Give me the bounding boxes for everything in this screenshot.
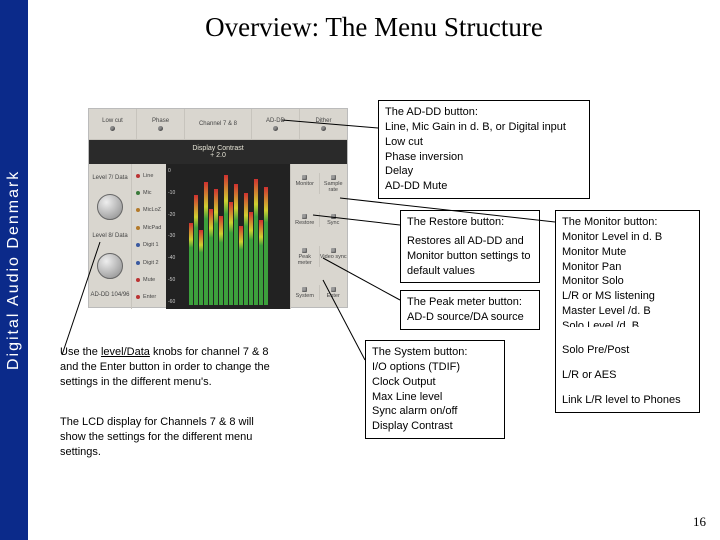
led-column: LineMicMicLoZMicPadDigit 1Digit 2MuteEnt… (132, 164, 166, 309)
knob-level-7 (97, 194, 123, 220)
page-title: Overview: The Menu Structure (28, 12, 720, 43)
button-column: MonitorSample rateRestoreSyncPeak meterV… (290, 164, 347, 309)
callout-monitor-bottom: Solo Pre/PostL/R or AESLink L/R level to… (555, 327, 700, 413)
page-number: 16 (693, 514, 706, 530)
callout-system: The System button: I/O options (TDIF)Clo… (365, 340, 505, 439)
meter-column: 0-10-20-30-40-50-60 (166, 164, 290, 309)
brand-sidebar: Digital Audio Denmark (0, 0, 28, 540)
hardware-panel-image: Low cut Phase Channel 7 & 8 AD-DD Dither… (88, 108, 348, 308)
callout-addd: The AD-DD button: Line, Mic Gain in d. B… (378, 100, 590, 199)
note-knobs: Use the level/Data knobs for channel 7 &… (60, 345, 270, 390)
callout-restore: The Restore button: Restores all AD-DD a… (400, 210, 540, 283)
note-lcd: The LCD display for Channels 7 & 8 will … (60, 415, 270, 460)
callout-monitor-top: The Monitor button: Monitor Level in d. … (555, 210, 700, 338)
knob-column: Level 7/ Data Level 8/ Data AD-DD 104/96 (89, 164, 132, 309)
knob-level-8 (97, 253, 123, 279)
callout-peak: The Peak meter button: AD-D source/DA so… (400, 290, 540, 330)
panel-lcd: Display Contrast + 2.0 (89, 140, 347, 164)
panel-top-row: Low cut Phase Channel 7 & 8 AD-DD Dither (89, 109, 347, 140)
